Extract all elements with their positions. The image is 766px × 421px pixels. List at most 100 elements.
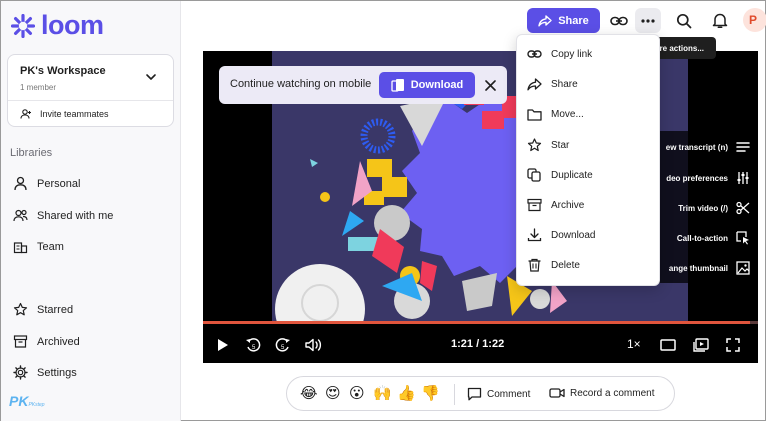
- banner-text: Continue watching on mobile: [230, 78, 372, 90]
- video-camera-icon: [549, 387, 565, 399]
- menu-item-download[interactable]: Download: [527, 228, 595, 242]
- bell-icon: [712, 12, 728, 29]
- people-icon: [13, 208, 28, 223]
- continue-on-mobile-banner: Continue watching on mobile Download: [219, 66, 507, 104]
- avatar[interactable]: P: [743, 8, 766, 32]
- share-button[interactable]: Share: [527, 8, 600, 33]
- menu-item-copy-link[interactable]: Copy link: [527, 48, 592, 60]
- sidebar-item-settings[interactable]: Settings: [13, 365, 77, 380]
- menu-item-label: Delete: [551, 259, 580, 271]
- fullscreen-icon: [726, 338, 740, 352]
- trim-video-button[interactable]: Trim video (/): [678, 201, 750, 215]
- workspace-switcher[interactable]: PK's Workspace 1 member Invite teammates: [7, 54, 174, 127]
- video-preferences-button[interactable]: deo preferences: [666, 171, 750, 185]
- image-icon: [736, 261, 750, 275]
- notifications-button[interactable]: [707, 8, 733, 33]
- sidebar-item-label: Starred: [37, 303, 74, 316]
- sidebar-item-team[interactable]: Team: [13, 239, 64, 254]
- menu-item-label: Star: [551, 139, 570, 151]
- archive-icon: [527, 198, 542, 212]
- play-button[interactable]: [213, 335, 233, 355]
- view-transcript-button[interactable]: ew transcript (n): [666, 141, 750, 153]
- person-icon: [13, 176, 28, 191]
- comment-label: Comment: [487, 388, 531, 400]
- mobile-app-icon: [391, 78, 405, 92]
- scissors-icon: [736, 201, 750, 215]
- sidebar-item-label: Shared with me: [37, 209, 114, 222]
- watermark-text: PK: [9, 393, 29, 409]
- picture-in-picture-button[interactable]: [691, 335, 711, 355]
- gear-icon: [13, 365, 28, 380]
- menu-item-delete[interactable]: Delete: [527, 258, 580, 272]
- menu-item-duplicate[interactable]: Duplicate: [527, 168, 593, 182]
- menu-item-star[interactable]: Star: [527, 138, 569, 152]
- record-comment-button[interactable]: Record a comment: [549, 387, 654, 399]
- link-icon: [610, 15, 628, 27]
- rewind-icon: 5: [245, 337, 261, 353]
- sidebar-item-label: Settings: [37, 366, 77, 379]
- sidebar-item-shared[interactable]: Shared with me: [13, 208, 113, 223]
- menu-item-label: Duplicate: [551, 169, 593, 181]
- volume-button[interactable]: [303, 335, 323, 355]
- folder-icon: [527, 108, 542, 121]
- invite-label: Invite teammates: [40, 109, 109, 119]
- forward-button[interactable]: 5: [273, 335, 293, 355]
- libraries-heading: Libraries: [10, 147, 53, 159]
- chevron-down-icon: [145, 71, 157, 83]
- loom-logo-icon: [11, 13, 35, 38]
- emoji-reaction-surprised[interactable]: 😮: [349, 385, 365, 402]
- copy-link-button[interactable]: [606, 8, 632, 33]
- sliders-icon: [736, 171, 750, 185]
- share-icon: [527, 78, 542, 91]
- theater-mode-button[interactable]: [658, 335, 678, 355]
- trash-icon: [527, 258, 542, 272]
- call-to-action-button[interactable]: Call-to-action: [677, 231, 750, 245]
- more-actions-menu: Copy link Share Move... Star Duplicate A…: [516, 34, 660, 286]
- emoji-reaction-thumbs-down[interactable]: 👎: [421, 385, 440, 402]
- sidebar-item-personal[interactable]: Personal: [13, 176, 80, 191]
- rewind-button[interactable]: 5: [243, 335, 263, 355]
- video-side-panel: ew transcript (n) deo preferences Trim v…: [643, 131, 758, 283]
- sidebar-item-starred[interactable]: Starred: [13, 302, 73, 317]
- video-progress-fill: [203, 321, 750, 324]
- comment-icon: [467, 387, 482, 401]
- side-panel-label: ew transcript (n): [665, 142, 728, 152]
- emoji-reaction-raised-hands[interactable]: 🙌: [373, 385, 392, 402]
- emoji-reaction-heart-eyes[interactable]: 😍: [325, 385, 341, 402]
- forward-icon: 5: [275, 337, 291, 353]
- side-panel-label: Trim video (/): [678, 203, 728, 213]
- banner-download-button[interactable]: Download: [379, 72, 475, 98]
- link-icon: [527, 48, 542, 60]
- video-progress-bar[interactable]: [203, 321, 758, 324]
- playback-speed-button[interactable]: 1×: [627, 337, 641, 351]
- sidebar-item-archived[interactable]: Archived: [13, 334, 80, 349]
- comment-button[interactable]: Comment: [467, 387, 530, 401]
- menu-item-share[interactable]: Share: [527, 78, 578, 91]
- more-actions-button[interactable]: [635, 8, 661, 33]
- banner-close-button[interactable]: [481, 76, 499, 94]
- sidebar: loom PK's Workspace 1 member Invite team…: [1, 1, 181, 421]
- download-icon: [527, 228, 542, 242]
- loom-logo[interactable]: loom: [11, 10, 104, 41]
- share-arrow-icon: [538, 14, 552, 27]
- invite-teammates-button[interactable]: Invite teammates: [20, 108, 109, 120]
- change-thumbnail-button[interactable]: ange thumbnail: [669, 261, 750, 275]
- side-panel-label: Call-to-action: [676, 233, 728, 243]
- theater-icon: [660, 339, 676, 351]
- star-icon: [527, 138, 542, 152]
- fullscreen-button[interactable]: [723, 335, 743, 355]
- sidebar-item-label: Personal: [37, 177, 81, 190]
- menu-item-move[interactable]: Move...: [527, 108, 584, 121]
- emoji-reaction-thumbs-up[interactable]: 👍: [397, 385, 416, 402]
- duplicate-icon: [527, 168, 542, 182]
- play-icon: [217, 338, 229, 352]
- workspace-name: PK's Workspace: [20, 65, 106, 77]
- search-button[interactable]: [671, 8, 697, 33]
- menu-item-archive[interactable]: Archive: [527, 198, 584, 212]
- side-panel-label: deo preferences: [666, 173, 728, 183]
- sidebar-item-label: Team: [37, 240, 64, 253]
- record-comment-label: Record a comment: [570, 387, 655, 399]
- archive-icon: [13, 334, 28, 349]
- emoji-reaction-laugh[interactable]: 😂: [300, 385, 318, 402]
- pip-icon: [693, 338, 709, 352]
